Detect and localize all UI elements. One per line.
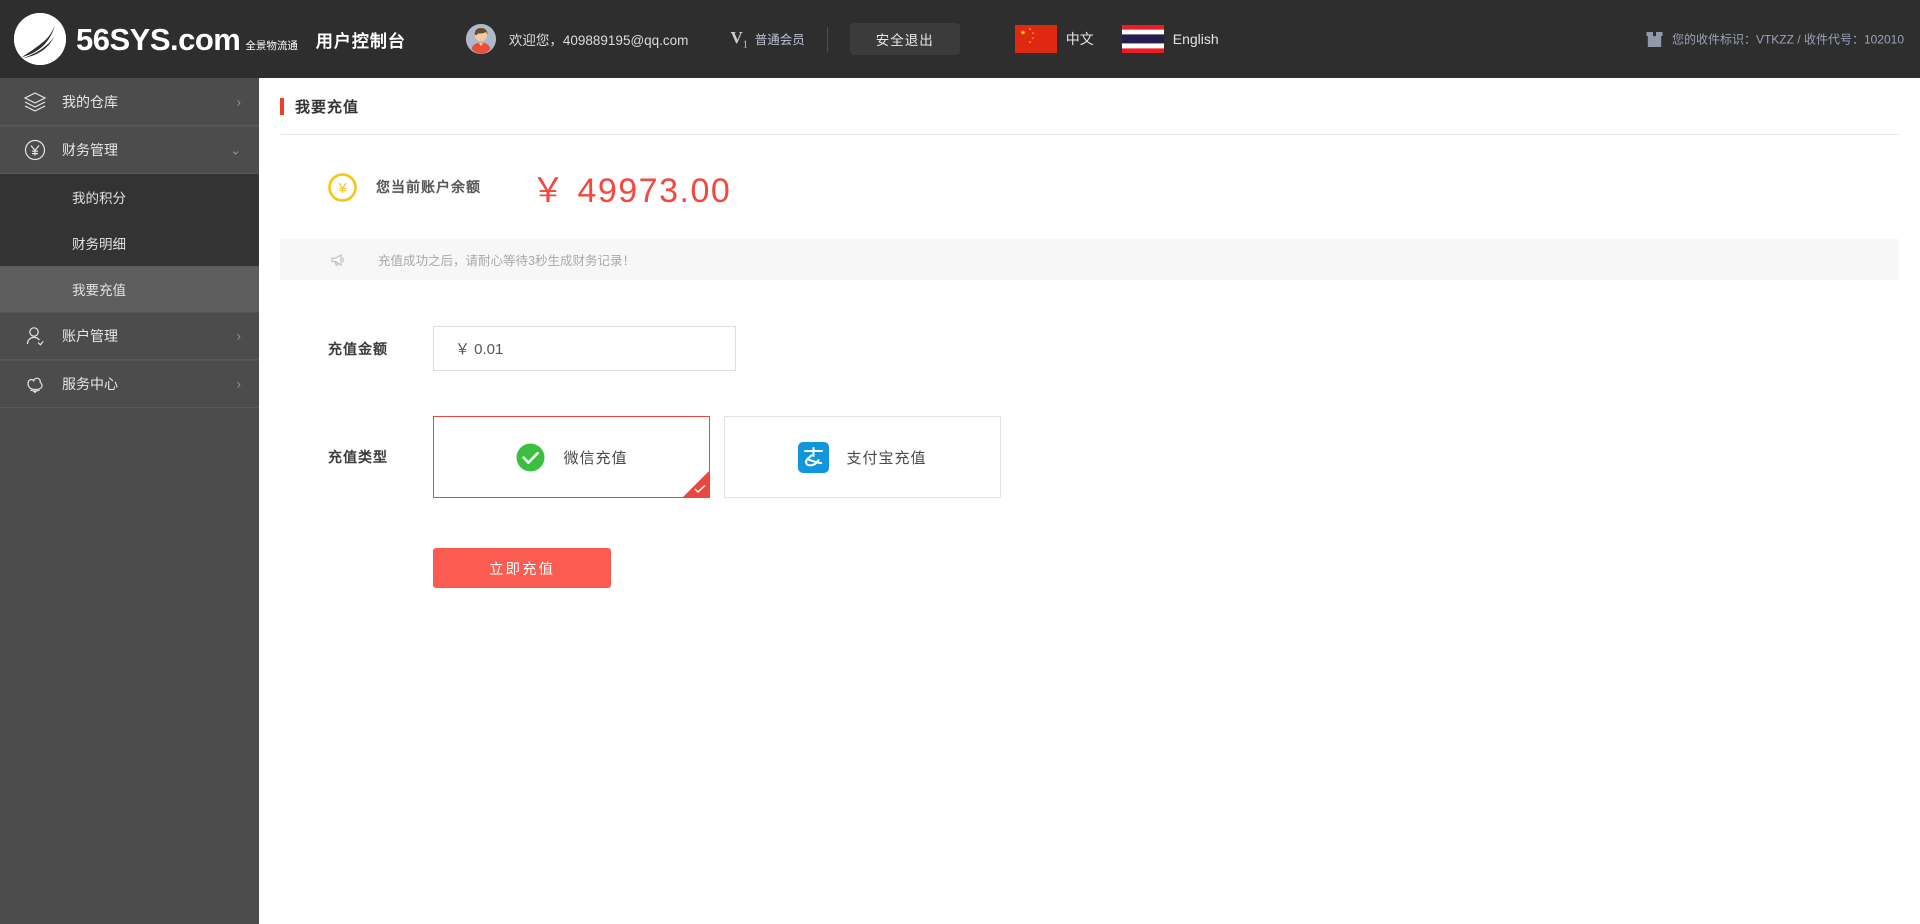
page-header: 我要充值 [259, 78, 1920, 134]
amount-label: 充值金额 [328, 340, 388, 357]
sidebar-label-finance-detail: 财务明细 [72, 237, 126, 252]
pay-option-alipay-label: 支付宝充值 [846, 449, 927, 467]
flower-icon [22, 371, 48, 397]
sidebar-item-finance-detail[interactable]: 财务明细 [0, 220, 259, 266]
sidebar-label-recharge: 我要充值 [72, 283, 126, 298]
notice-bar: 充值成功之后，请耐心等待3秒生成财务记录！ [280, 239, 1899, 280]
yen-coin-icon: ¥ [328, 172, 357, 202]
sidebar: 我的仓库 › 财务管理 ⌄ 我的积分 财务明细 我要充值 账户管理 › 服务中心… [0, 78, 259, 924]
console-title: 用户控制台 [315, 31, 406, 51]
brand-logo-group[interactable]: 56SYS .com 全景物流通 用户控制台 [0, 13, 406, 65]
lang-switch-chinese[interactable]: 中文 [1014, 25, 1094, 53]
brand-domain: .com [170, 21, 241, 57]
sidebar-item-warehouse[interactable]: 我的仓库 › [0, 78, 259, 126]
lang-label-chinese: 中文 [1065, 31, 1094, 47]
sidebar-label-account: 账户管理 [62, 328, 118, 344]
sidebar-submenu-finance: 我的积分 财务明细 我要充值 [0, 174, 259, 312]
svg-text:¥: ¥ [337, 180, 347, 197]
pay-options: 微信充值 支付宝充值 [433, 416, 1015, 498]
page-title-accent-bar [280, 97, 284, 115]
pay-option-wechat[interactable]: 微信充值 [433, 416, 710, 498]
submit-row: 立即充值 [328, 498, 1920, 588]
sidebar-item-my-points[interactable]: 我的积分 [0, 174, 259, 220]
welcome-text: 欢迎您，409889195@qq.com [508, 33, 689, 48]
pay-option-wechat-label: 微信充值 [563, 449, 628, 467]
brand-cn-text: 全景物流通 [245, 40, 298, 53]
swoosh-icon [14, 13, 66, 65]
balance-amount: ￥ 49973.00 [531, 171, 732, 210]
sidebar-label-my-points: 我的积分 [72, 191, 126, 206]
selected-check-icon [683, 471, 709, 497]
avatar-icon [465, 24, 496, 54]
sidebar-item-recharge[interactable]: 我要充值 [0, 266, 259, 312]
sidebar-item-finance[interactable]: 财务管理 ⌄ [0, 126, 259, 174]
sidebar-item-account[interactable]: 账户管理 › [0, 312, 259, 360]
app-root: 56SYS .com 全景物流通 用户控制台 欢迎您，409889195@qq.… [0, 0, 1920, 924]
yen-circle-icon [22, 137, 48, 163]
recharge-submit-button[interactable]: 立即充值 [433, 548, 611, 588]
package-box-icon [1646, 31, 1663, 47]
lang-switch-english[interactable]: English [1121, 25, 1219, 53]
paytype-label: 充值类型 [328, 449, 388, 465]
notice-text: 充值成功之后，请耐心等待3秒生成财务记录！ [378, 254, 635, 268]
balance-label: 您当前账户余额 [376, 179, 481, 195]
sidebar-label-service: 服务中心 [62, 376, 118, 392]
receiver-info-text: 您的收件标识：VTKZZ / 收件代号：102010 [1671, 32, 1904, 47]
chevron-right-icon: › [236, 94, 241, 109]
brand-name: 56SYS [76, 21, 171, 57]
megaphone-icon [330, 252, 348, 268]
header-divider [826, 26, 828, 52]
chevron-right-icon-account: › [236, 328, 241, 344]
user-block[interactable]: 欢迎您，409889195@qq.com [465, 24, 689, 54]
page-title: 我要充值 [295, 98, 360, 116]
lang-label-english: English [1172, 31, 1219, 47]
sidebar-label-finance: 财务管理 [62, 142, 118, 158]
logout-button[interactable]: 安全退出 [849, 23, 960, 55]
paytype-row: 充值类型 微信充值 支付宝充值 [328, 416, 1920, 498]
receiver-info: 您的收件标识：VTKZZ / 收件代号：102010 [1646, 31, 1904, 48]
thailand-flag-icon [1121, 25, 1164, 53]
sidebar-label-warehouse: 我的仓库 [62, 93, 118, 110]
layers-icon [22, 89, 48, 115]
china-flag-icon [1014, 25, 1057, 53]
membership-level: V1 普通会员 [730, 28, 804, 50]
avatar [465, 24, 496, 54]
main-content: 我要充值 ¥ 您当前账户余额 ￥ 49973.00 充值成功之后，请耐心等待3秒… [259, 78, 1920, 924]
amount-input[interactable] [433, 326, 736, 371]
chevron-right-icon-service: › [236, 376, 241, 392]
pay-option-alipay[interactable]: 支付宝充值 [724, 416, 1001, 498]
amount-row: 充值金额 [328, 326, 1920, 371]
wechat-icon [515, 442, 546, 473]
vip-badge-number: 1 [742, 39, 748, 51]
vip-badge-letter: V [730, 27, 743, 47]
vip-badge-icon: V1 [730, 28, 747, 50]
balance-row: ¥ 您当前账户余额 ￥ 49973.00 [259, 135, 1920, 239]
user-icon [22, 323, 48, 349]
brand-mark [14, 13, 66, 65]
recharge-form: 充值金额 充值类型 微信充值 [259, 280, 1920, 588]
alipay-icon [798, 441, 830, 473]
vip-label: 普通会员 [754, 33, 805, 48]
chevron-down-icon: ⌄ [230, 142, 241, 158]
sidebar-item-service[interactable]: 服务中心 › [0, 360, 259, 408]
top-header: 56SYS .com 全景物流通 用户控制台 欢迎您，409889195@qq.… [0, 0, 1920, 78]
